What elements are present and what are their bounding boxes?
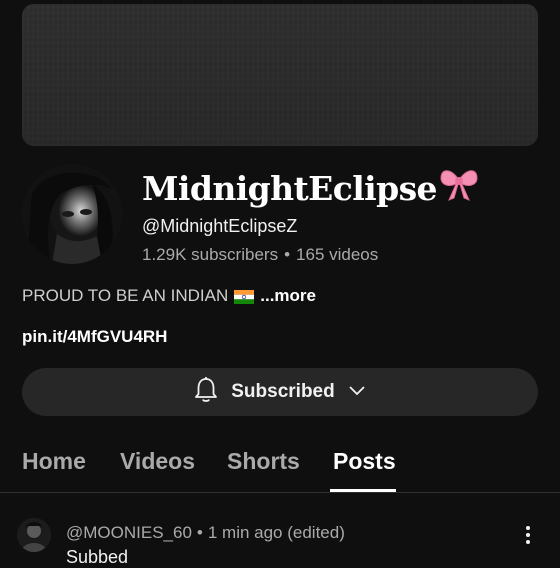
post-text: Subbed [66, 547, 129, 567]
more-vert-icon[interactable] [518, 524, 538, 546]
tab-shorts[interactable]: Shorts [227, 448, 300, 475]
channel-stats: 1.29K subscribers • 165 videos [142, 245, 378, 265]
post-meta: @MOONIES_60 • 1 min ago (edited) [66, 523, 345, 543]
subscriber-count: 1.29K subscribers [142, 245, 279, 264]
channel-tabs: Home Videos Shorts Posts [0, 440, 560, 493]
active-tab-indicator [330, 489, 396, 492]
channel-avatar[interactable] [22, 164, 122, 264]
channel-external-link[interactable]: pin.it/4MfGVU4RH [22, 327, 167, 347]
subscribed-button[interactable]: Subscribed [22, 368, 538, 416]
channel-banner [22, 4, 538, 146]
channel-name: MidnightEclipse [142, 166, 479, 210]
description-text: PROUD TO BE AN INDIAN [22, 286, 229, 305]
description-more-link[interactable]: ...more [260, 286, 316, 306]
tab-videos[interactable]: Videos [120, 448, 195, 475]
tab-home[interactable]: Home [22, 448, 86, 475]
india-flag-icon [234, 289, 255, 304]
chevron-down-icon [347, 383, 367, 402]
post-author-avatar[interactable] [17, 518, 51, 552]
channel-description[interactable]: PROUD TO BE AN INDIAN ...more [22, 286, 316, 306]
ribbon-bow-icon [439, 166, 479, 210]
post-avatar-image [17, 518, 51, 552]
tab-posts[interactable]: Posts [333, 448, 396, 475]
post-time: 1 min ago (edited) [207, 523, 345, 542]
stats-separator: • [284, 245, 291, 264]
channel-name-text: MidnightEclipse [142, 168, 438, 208]
bell-icon [193, 376, 219, 409]
post-author[interactable]: @MOONIES_60 [66, 523, 192, 543]
post-meta-separator: • [196, 523, 203, 542]
subscribed-label: Subscribed [231, 381, 335, 402]
avatar-image [22, 164, 122, 264]
video-count: 165 videos [296, 245, 379, 264]
channel-handle: @MidnightEclipseZ [142, 216, 298, 236]
